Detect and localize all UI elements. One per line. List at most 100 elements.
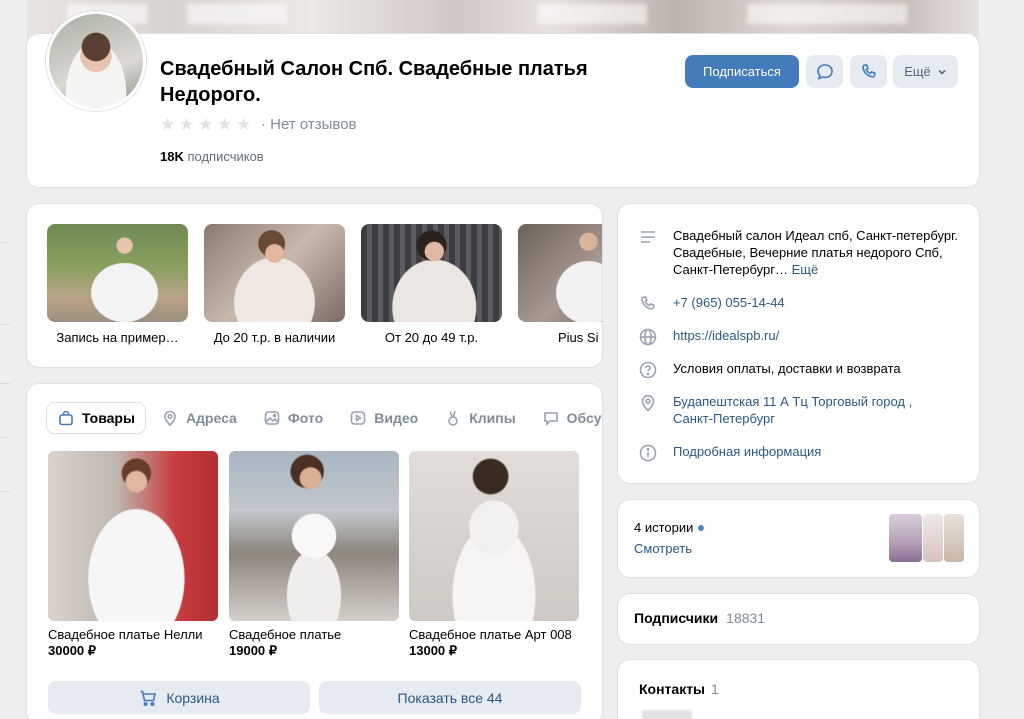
stories-count-row: 4 истории: [634, 520, 705, 535]
group-avatar[interactable]: [46, 11, 146, 111]
subscribers-title: Подписчики: [634, 610, 719, 626]
bag-icon: [59, 410, 73, 426]
star-icon: ★: [179, 114, 195, 134]
product-price: 30000 ₽: [48, 643, 97, 658]
product-photo: [409, 451, 579, 621]
description-row: Свадебный салон Идеал спб, Санкт-петербу…: [638, 227, 963, 278]
page-title: Свадебный Салон Спб. Свадебные платья Не…: [160, 58, 588, 106]
star-icon: ★: [198, 114, 214, 134]
photo-icon: [264, 411, 280, 425]
album-item[interactable]: До 20 т.р. в наличии: [204, 224, 345, 345]
album-item[interactable]: Pius Si: [518, 224, 602, 345]
album-item[interactable]: От 20 до 49 т.р.: [361, 224, 502, 345]
page-edge-rule: [0, 0, 12, 719]
album-label: Pius Si: [558, 330, 599, 345]
phone-row: +7 (965) 055-14-44: [638, 294, 785, 314]
tab-label: Обсу: [566, 410, 602, 426]
stories-count: 4 истории: [634, 520, 694, 535]
description-more-link[interactable]: Ещё: [792, 262, 819, 277]
tab-label: Клипы: [469, 410, 516, 426]
subscribers-card[interactable]: Подписчики 18831: [618, 594, 979, 644]
star-icon: ★: [236, 114, 252, 134]
content-tabs-card: Товары Адреса Фото Видео Клипы Обсу Свад…: [27, 384, 602, 719]
story-thumb[interactable]: [889, 514, 922, 562]
product-name: Свадебное платье: [229, 627, 342, 642]
phone-icon: [641, 296, 655, 310]
details-link[interactable]: Подробная информация: [673, 443, 821, 463]
product-price: 19000 ₽: [229, 643, 278, 658]
album-photo: [518, 224, 602, 322]
message-icon: [816, 63, 833, 80]
album-photo: [361, 224, 502, 322]
rating[interactable]: ★ ★ ★ ★ ★ · Нет отзывов: [160, 114, 357, 134]
tab-clips[interactable]: Клипы: [434, 403, 525, 433]
product-card[interactable]: Свадебное платье 19000 ₽: [229, 451, 399, 659]
unread-dot-icon: [698, 524, 705, 531]
cart-label: Корзина: [166, 689, 220, 706]
subscribe-button[interactable]: Подписаться: [685, 55, 799, 88]
product-card[interactable]: Свадебное платье Нелли 30000 ₽: [48, 451, 218, 659]
clips-icon: [448, 410, 458, 426]
tab-discussions[interactable]: Обсу: [532, 403, 602, 433]
location-icon: [164, 410, 176, 427]
contacts-count: 1: [711, 681, 719, 697]
product-card[interactable]: Свадебное платье Арт 008 13000 ₽: [409, 451, 579, 659]
story-thumb[interactable]: [923, 514, 943, 562]
stories-watch-link[interactable]: Смотреть: [634, 541, 692, 556]
website-link[interactable]: https://idealspb.ru/: [673, 327, 779, 347]
details-row: Подробная информация: [638, 443, 821, 463]
album-label: До 20 т.р. в наличии: [213, 330, 336, 345]
phone-icon: [861, 63, 876, 78]
call-button[interactable]: [850, 55, 887, 88]
albums-card: Запись на пример… До 20 т.р. в наличии О…: [27, 204, 602, 367]
phone-link[interactable]: +7 (965) 055-14-44: [673, 294, 785, 314]
product-photo: [229, 451, 399, 621]
payment-terms-row[interactable]: Условия оплаты, доставки и возврата: [638, 360, 901, 380]
album-label: От 20 до 49 т.р.: [384, 330, 479, 345]
stories-card[interactable]: 4 истории Смотреть: [618, 500, 979, 577]
info-icon: [639, 444, 657, 462]
product-price: 13000 ₽: [409, 643, 458, 658]
contacts-card: Контакты 1: [618, 660, 979, 719]
tab-label: Товары: [82, 410, 135, 426]
content-tabs: Товары Адреса Фото Видео Клипы Обсу: [47, 403, 602, 433]
contacts-title: Контакты: [639, 681, 706, 697]
show-all-goods-button[interactable]: Показать все 44: [319, 681, 581, 714]
payment-terms-text: Условия оплаты, доставки и возврата: [673, 361, 901, 376]
rating-text: · Нет отзывов: [261, 116, 357, 133]
tab-addresses[interactable]: Адреса: [151, 403, 247, 433]
message-button[interactable]: [806, 55, 843, 88]
album-photo: [47, 224, 188, 322]
subscribers-label: подписчиков: [187, 149, 264, 164]
tab-label: Адреса: [185, 410, 237, 426]
cart-button[interactable]: Корзина: [48, 681, 310, 714]
story-thumb[interactable]: [944, 514, 964, 562]
subscribers-count: 18K: [160, 149, 184, 164]
info-card: Свадебный салон Идеал спб, Санкт-петербу…: [618, 204, 979, 483]
cart-icon: [140, 690, 157, 706]
video-icon: [350, 411, 366, 425]
tab-videos[interactable]: Видео: [339, 403, 428, 433]
tab-label: Видео: [374, 410, 419, 426]
chevron-down-icon: [938, 69, 946, 75]
star-icon: ★: [217, 114, 233, 134]
album-photo: [204, 224, 345, 322]
tab-label: Фото: [287, 410, 324, 426]
address-link[interactable]: Будапештская 11 А Тц Торговый город , Са…: [673, 393, 943, 427]
tab-goods[interactable]: Товары: [47, 403, 145, 433]
product-name: Свадебное платье Нелли: [48, 627, 203, 642]
star-icon: ★: [160, 114, 176, 134]
product-photo: [48, 451, 218, 621]
tab-photos[interactable]: Фото: [253, 403, 333, 433]
product-name: Свадебное платье Арт 008: [409, 627, 572, 642]
album-item[interactable]: Запись на пример…: [47, 224, 188, 345]
address-row: Будапештская 11 А Тц Торговый город , Са…: [638, 393, 943, 427]
album-label: Запись на пример…: [56, 330, 179, 345]
more-button[interactable]: Ещё: [893, 55, 958, 88]
website-row: https://idealspb.ru/: [638, 327, 779, 347]
contact-avatar[interactable]: [642, 710, 692, 719]
subscribers-total: 18831: [726, 610, 766, 626]
question-icon: [639, 361, 657, 379]
discussion-icon: [543, 412, 558, 426]
subscribers-summary[interactable]: 18K подписчиков: [160, 149, 264, 164]
